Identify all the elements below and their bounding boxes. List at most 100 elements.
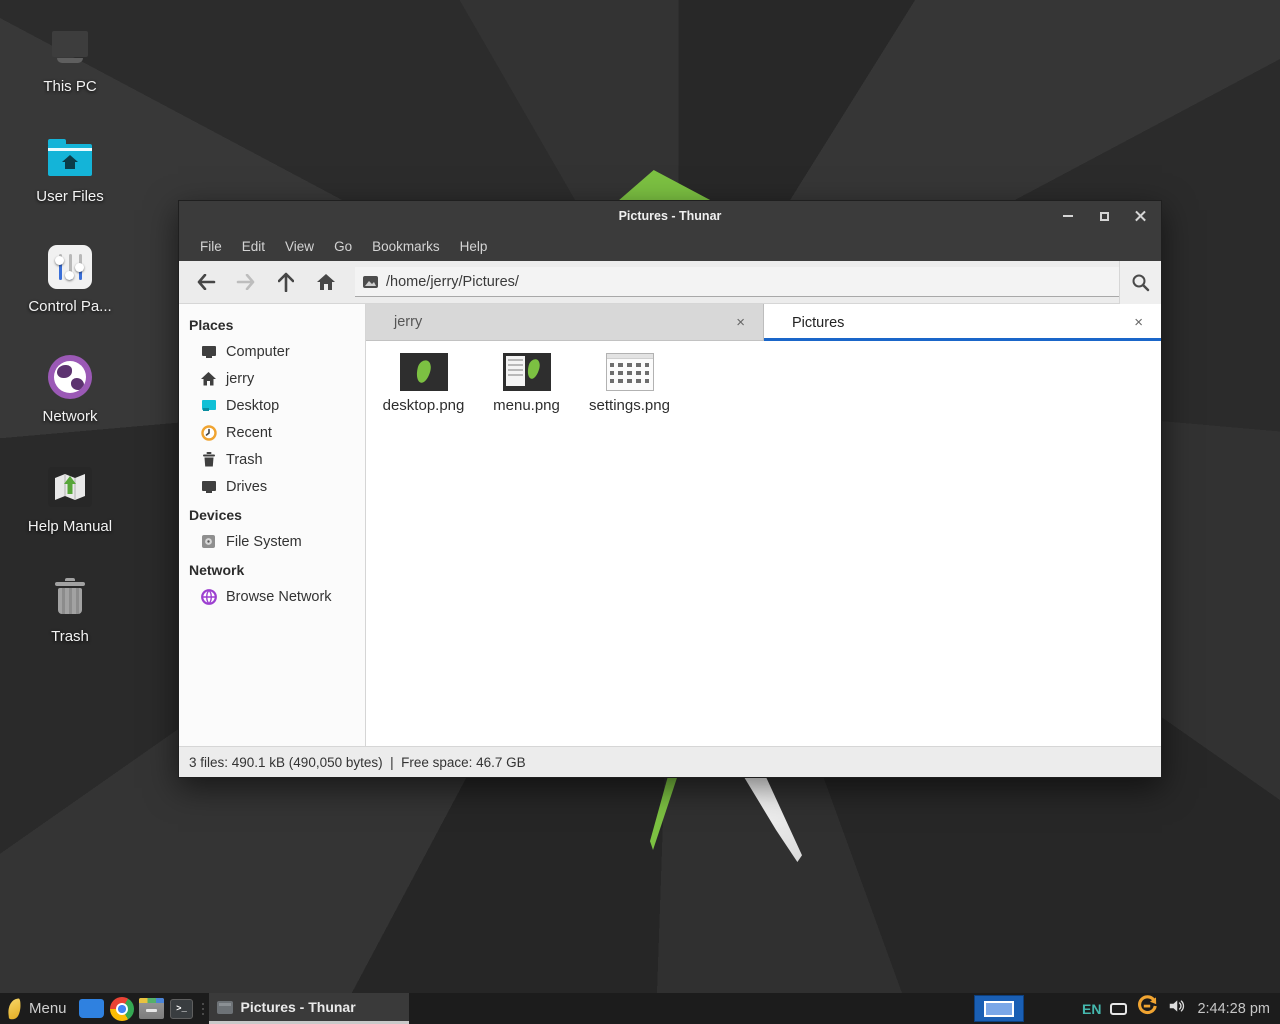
sidebar-item-drives[interactable]: Drives	[179, 473, 365, 500]
app-menu-button[interactable]: Menu	[0, 993, 77, 1024]
menu-view[interactable]: View	[275, 234, 324, 259]
home-button[interactable]	[307, 264, 345, 300]
file-menu-png[interactable]: menu.png	[475, 353, 578, 414]
tab-close-icon[interactable]: ×	[1128, 312, 1149, 333]
desktop-icon-control-panel[interactable]: Control Pa...	[0, 230, 140, 340]
desktop-icon-help-manual[interactable]: Help Manual	[0, 450, 140, 560]
recent-clock-icon	[200, 424, 217, 441]
sidebar-item-jerry[interactable]: jerry	[179, 365, 365, 392]
minimize-button[interactable]	[1057, 205, 1079, 227]
close-icon	[1135, 211, 1146, 222]
sidebar-item-trash[interactable]: Trash	[179, 446, 365, 473]
tab-pictures[interactable]: Pictures ×	[764, 304, 1161, 341]
sidebar-item-browse-network[interactable]: Browse Network	[179, 583, 365, 610]
back-button[interactable]	[187, 264, 225, 300]
workspace-pager[interactable]	[974, 995, 1024, 1022]
desktop-icon-label: Help Manual	[28, 518, 112, 535]
terminal-icon: >_	[170, 999, 193, 1019]
sidebar-item-recent[interactable]: Recent	[179, 419, 365, 446]
menu-go[interactable]: Go	[324, 234, 362, 259]
desktop-icon-trash[interactable]: Trash	[0, 560, 140, 670]
wallpaper-logo-fragment	[618, 170, 712, 201]
file-cabinet-icon	[139, 998, 164, 1019]
menu-help[interactable]: Help	[450, 234, 498, 259]
file-name: desktop.png	[383, 397, 465, 414]
sidebar-item-label: Computer	[226, 344, 290, 360]
desktop-icon-label: This PC	[43, 78, 96, 95]
clock[interactable]: 2:44:28 pm	[1197, 1001, 1270, 1017]
taskbar-window-button[interactable]: Pictures - Thunar	[209, 993, 409, 1024]
volume-icon[interactable]	[1167, 997, 1186, 1020]
pager-window-icon	[984, 1001, 1014, 1017]
tab-close-icon[interactable]: ×	[730, 312, 751, 333]
tasklist-handle[interactable]	[199, 993, 207, 1024]
tab-bar: jerry × Pictures ×	[366, 304, 1161, 341]
sidebar-header-devices: Devices	[179, 500, 365, 528]
maximize-button[interactable]	[1093, 205, 1115, 227]
display-tray-icon[interactable]	[1110, 1003, 1127, 1015]
path-bar[interactable]: /home/jerry/Pictures/	[355, 267, 1119, 297]
menu-bookmarks[interactable]: Bookmarks	[362, 234, 450, 259]
minimize-icon	[1063, 215, 1073, 217]
image-thumbnail	[400, 353, 448, 391]
up-button[interactable]	[267, 264, 305, 300]
back-arrow-icon	[196, 274, 216, 290]
home-icon	[316, 273, 336, 291]
file-name: settings.png	[589, 397, 670, 414]
desktop-icon-label: Control Pa...	[28, 298, 111, 315]
wallpaper-logo-fragment	[650, 776, 680, 850]
sidebar-item-file-system[interactable]: File System	[179, 528, 365, 555]
desktop-icon-label: User Files	[36, 188, 104, 205]
taskbar-window-label: Pictures - Thunar	[241, 999, 356, 1015]
wallpaper-logo-fragment	[744, 777, 802, 862]
window-title: Pictures - Thunar	[179, 209, 1161, 223]
toolbar: /home/jerry/Pictures/	[179, 261, 1161, 304]
menu-file[interactable]: File	[190, 234, 232, 259]
file-settings-png[interactable]: settings.png	[578, 353, 681, 414]
desktop-icon-label: Network	[42, 408, 97, 425]
thunar-window: Pictures - Thunar File Edit View Go Book…	[178, 200, 1162, 778]
sidebar-item-computer[interactable]: Computer	[179, 338, 365, 365]
hard-disk-icon	[200, 533, 217, 550]
tab-label: Pictures	[792, 315, 1128, 331]
system-tray: EN 2:44:28 pm	[1082, 993, 1280, 1024]
maximize-icon	[1100, 212, 1109, 221]
taskbar: Menu >_ Pictures - Thunar EN	[0, 993, 1280, 1024]
file-manager-launcher[interactable]	[137, 993, 167, 1024]
file-name: menu.png	[493, 397, 560, 414]
sidebar-item-label: Trash	[226, 452, 263, 468]
path-text: /home/jerry/Pictures/	[386, 274, 519, 290]
file-desktop-png[interactable]: desktop.png	[372, 353, 475, 414]
distro-feather-icon	[7, 998, 22, 1019]
home-icon	[200, 370, 217, 387]
menu-edit[interactable]: Edit	[232, 234, 275, 259]
user-files-folder-icon	[47, 134, 93, 180]
chrome-launcher[interactable]	[107, 993, 137, 1024]
forward-button[interactable]	[227, 264, 265, 300]
menubar: File Edit View Go Bookmarks Help	[179, 231, 1161, 261]
tab-jerry[interactable]: jerry ×	[366, 304, 764, 341]
browse-network-icon	[200, 588, 217, 605]
show-desktop-button[interactable]	[77, 993, 107, 1024]
sidebar-item-desktop[interactable]: Desktop	[179, 392, 365, 419]
sidebar-item-label: Browse Network	[226, 589, 332, 605]
terminal-launcher[interactable]: >_	[167, 993, 197, 1024]
titlebar[interactable]: Pictures - Thunar	[179, 201, 1161, 231]
tab-label: jerry	[394, 314, 730, 330]
desktop-icon-user-files[interactable]: User Files	[0, 120, 140, 230]
update-notifier-icon[interactable]	[1136, 995, 1158, 1022]
file-view[interactable]: desktop.png menu.png settings.png	[366, 341, 1161, 746]
help-manual-icon	[47, 464, 93, 510]
image-thumbnail	[606, 353, 654, 391]
search-button[interactable]	[1119, 261, 1161, 304]
desktop-icon-this-pc[interactable]: This PC	[0, 10, 140, 120]
window-controls	[1057, 201, 1151, 231]
keyboard-layout-indicator[interactable]: EN	[1082, 1001, 1101, 1017]
close-button[interactable]	[1129, 205, 1151, 227]
image-file-icon	[363, 276, 378, 288]
control-panel-icon	[47, 244, 93, 290]
desktop-icon-column: This PC User Files Control Pa... Network	[0, 10, 140, 670]
sidebar-item-label: jerry	[226, 371, 254, 387]
desktop-icon-network[interactable]: Network	[0, 340, 140, 450]
sidebar-item-label: File System	[226, 534, 302, 550]
